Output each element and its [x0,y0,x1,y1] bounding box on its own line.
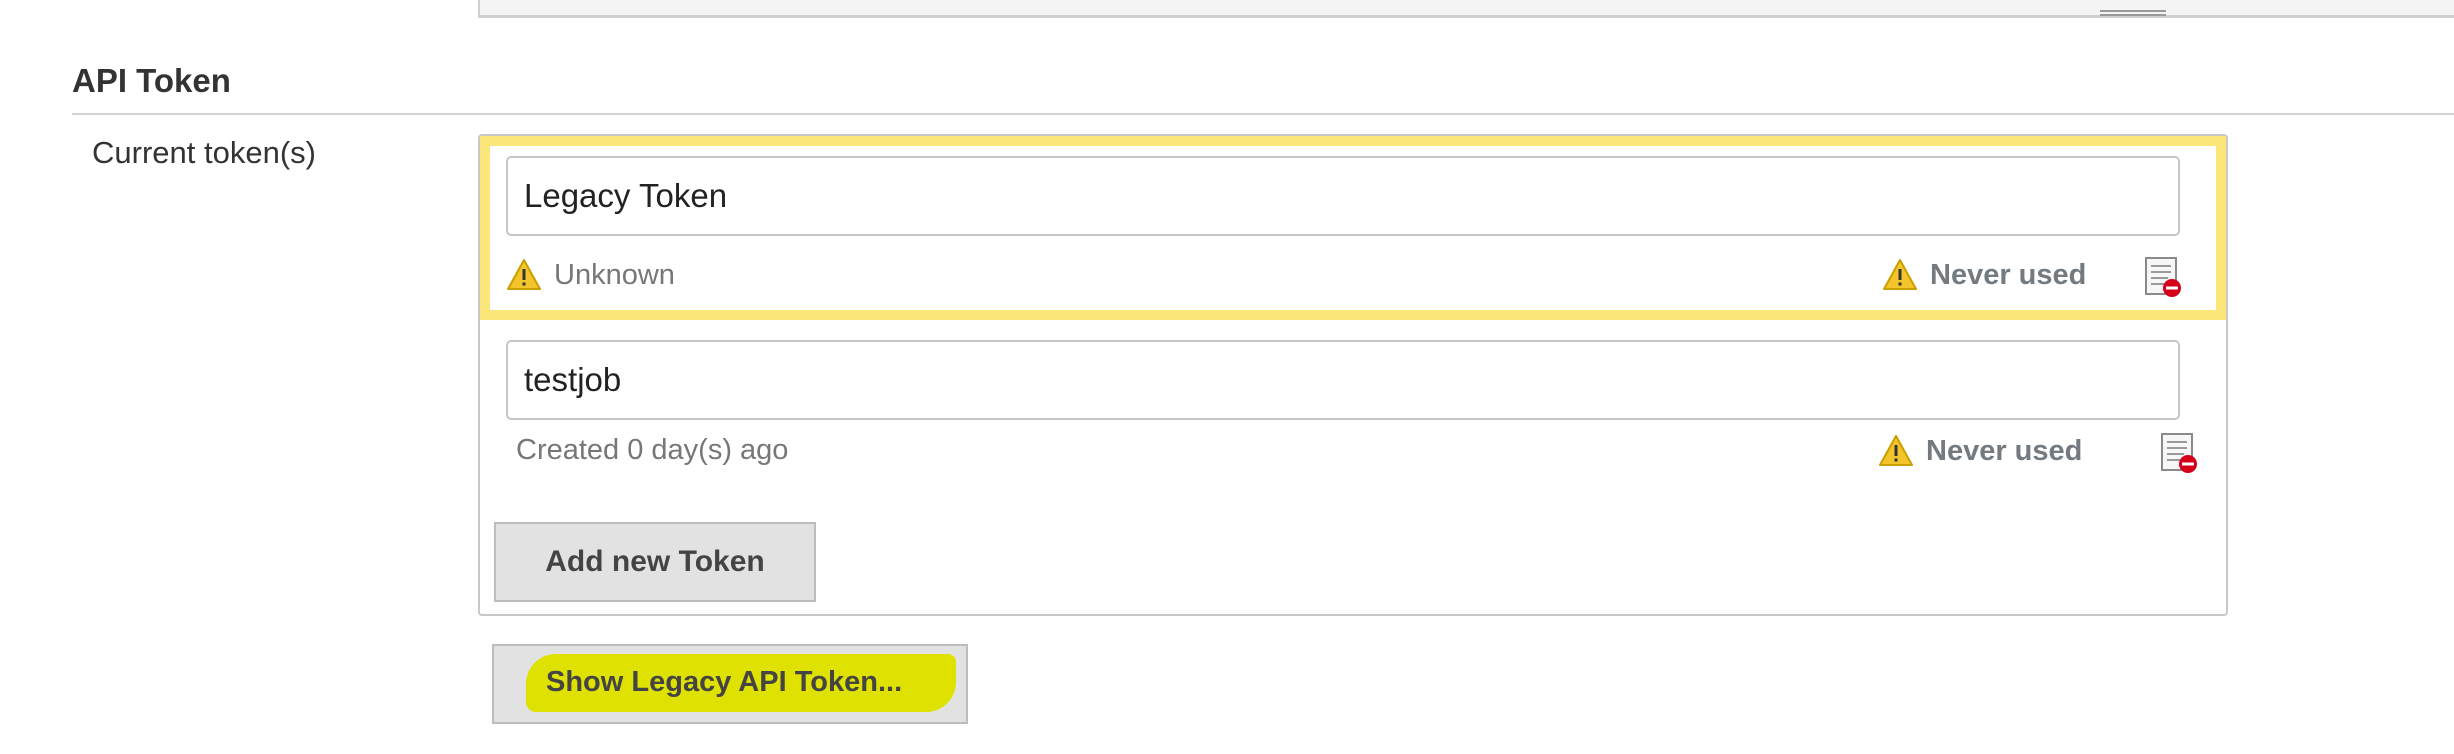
token-item-legacy: Unknown Never used [480,136,2226,320]
token-created-text: Created 0 day(s) ago [516,434,789,466]
token-status-text: Unknown [554,258,675,291]
token-usage-text: Never used [1930,258,2087,291]
previous-section-panel [478,0,2454,18]
token-item-body: Unknown Never used [490,146,2216,310]
token-usage-text: Never used [1926,434,2083,467]
section-divider [72,113,2454,115]
show-legacy-token-button[interactable]: Show Legacy API Token... [492,644,968,724]
token-status: Created 0 day(s) ago [516,434,788,467]
revoke-icon[interactable] [2160,432,2198,474]
revoke-icon[interactable] [2144,256,2182,298]
warning-icon [1883,259,1917,290]
token-name-input[interactable] [506,340,2180,420]
current-tokens-label: Current token(s) [92,135,316,170]
jenkins-user-config-page: API Token Current token(s) Unknown [0,0,2454,754]
section-title: API Token [72,62,231,99]
token-item-testjob: Created 0 day(s) ago Never used [480,320,2226,500]
token-name-input[interactable] [506,156,2180,236]
show-legacy-token-label: Show Legacy API Token... [546,666,903,698]
warning-icon [1879,435,1913,466]
token-usage: Never used [1882,258,2086,292]
resize-handle[interactable] [2100,10,2166,16]
add-new-token-button[interactable]: Add new Token [494,522,816,602]
token-usage: Never used [1878,434,2082,468]
token-list: Unknown Never used [478,134,2228,616]
token-status: Unknown [506,258,675,292]
warning-icon [507,259,541,290]
